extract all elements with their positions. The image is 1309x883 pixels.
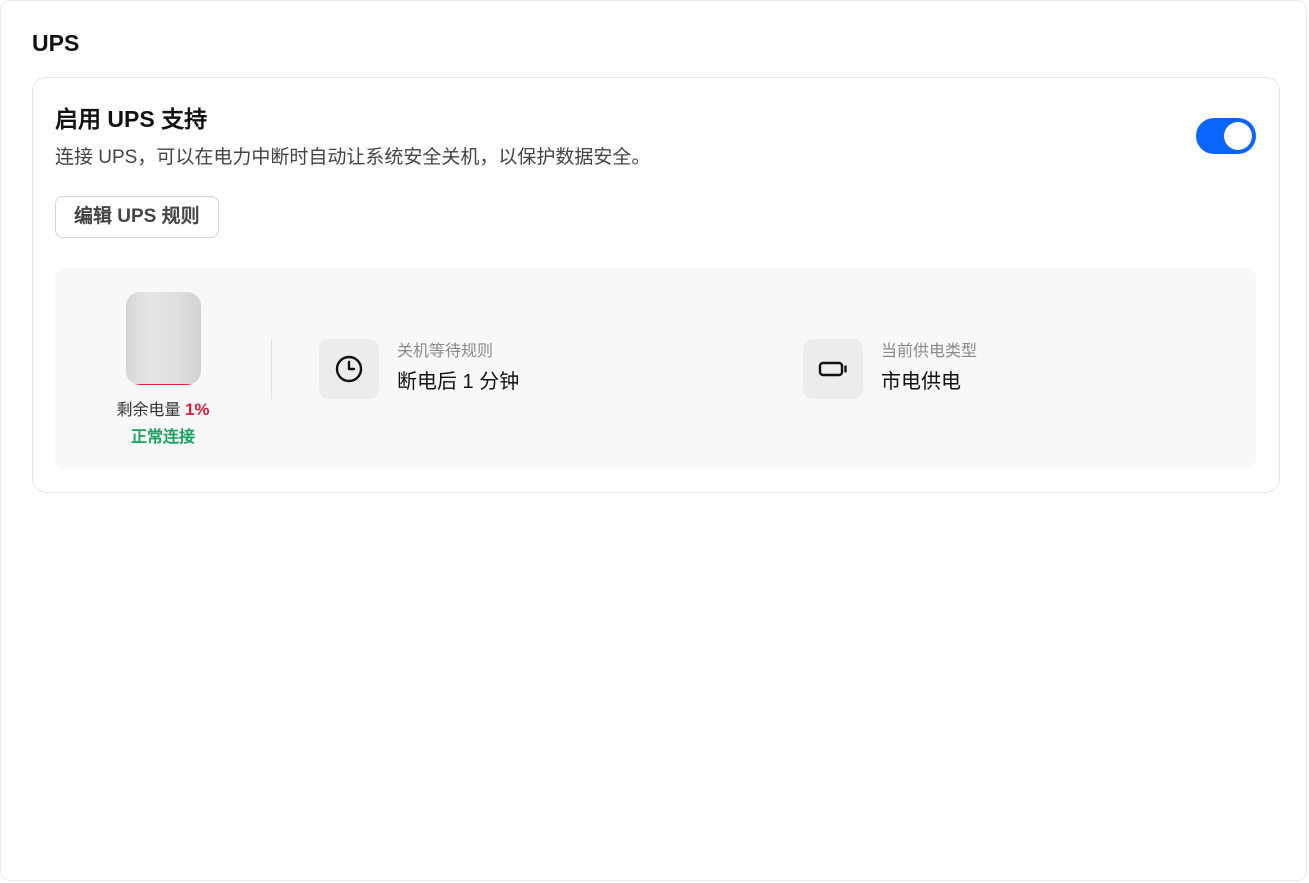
battery-remaining: 剩余电量 1%: [91, 399, 235, 422]
toggle-knob: [1224, 122, 1252, 150]
ups-support-toggle[interactable]: [1196, 118, 1256, 154]
power-type-label: 当前供电类型: [881, 343, 978, 360]
battery-plug-icon: [803, 339, 863, 399]
ups-support-card: 启用 UPS 支持 连接 UPS，可以在电力中断时自动让系统安全关机，以保护数据…: [32, 77, 1280, 493]
battery-status: 剩余电量 1% 正常连接: [91, 292, 235, 449]
shutdown-rule-info: 关机等待规则 断电后 1 分钟: [319, 339, 719, 399]
ups-support-description: 连接 UPS，可以在电力中断时自动让系统安全关机，以保护数据安全。: [55, 147, 651, 168]
shutdown-rule-label: 关机等待规则: [397, 343, 494, 360]
edit-ups-rules-button[interactable]: 编辑 UPS 规则: [55, 196, 219, 238]
page-title: UPS: [32, 30, 80, 56]
power-type-info: 当前供电类型 市电供电: [803, 339, 1203, 399]
battery-level-fill: [135, 384, 191, 385]
ups-support-title: 启用 UPS 支持: [55, 106, 208, 132]
ups-settings-page: UPS 启用 UPS 支持 连接 UPS，可以在电力中断时自动让系统安全关机，以…: [0, 0, 1307, 881]
power-type-value: 市电供电: [881, 371, 961, 393]
battery-remaining-label: 剩余电量: [116, 402, 181, 419]
battery-percent: 1%: [184, 400, 210, 419]
ups-status-panel: 剩余电量 1% 正常连接 关机等待规则 断电后 1 分钟 当前供电类型 市电供电: [55, 268, 1256, 469]
status-divider: [271, 339, 272, 399]
clock-icon: [319, 339, 379, 399]
battery-level-icon: [125, 292, 201, 385]
shutdown-rule-value: 断电后 1 分钟: [397, 371, 520, 393]
connection-status: 正常连接: [130, 429, 195, 446]
